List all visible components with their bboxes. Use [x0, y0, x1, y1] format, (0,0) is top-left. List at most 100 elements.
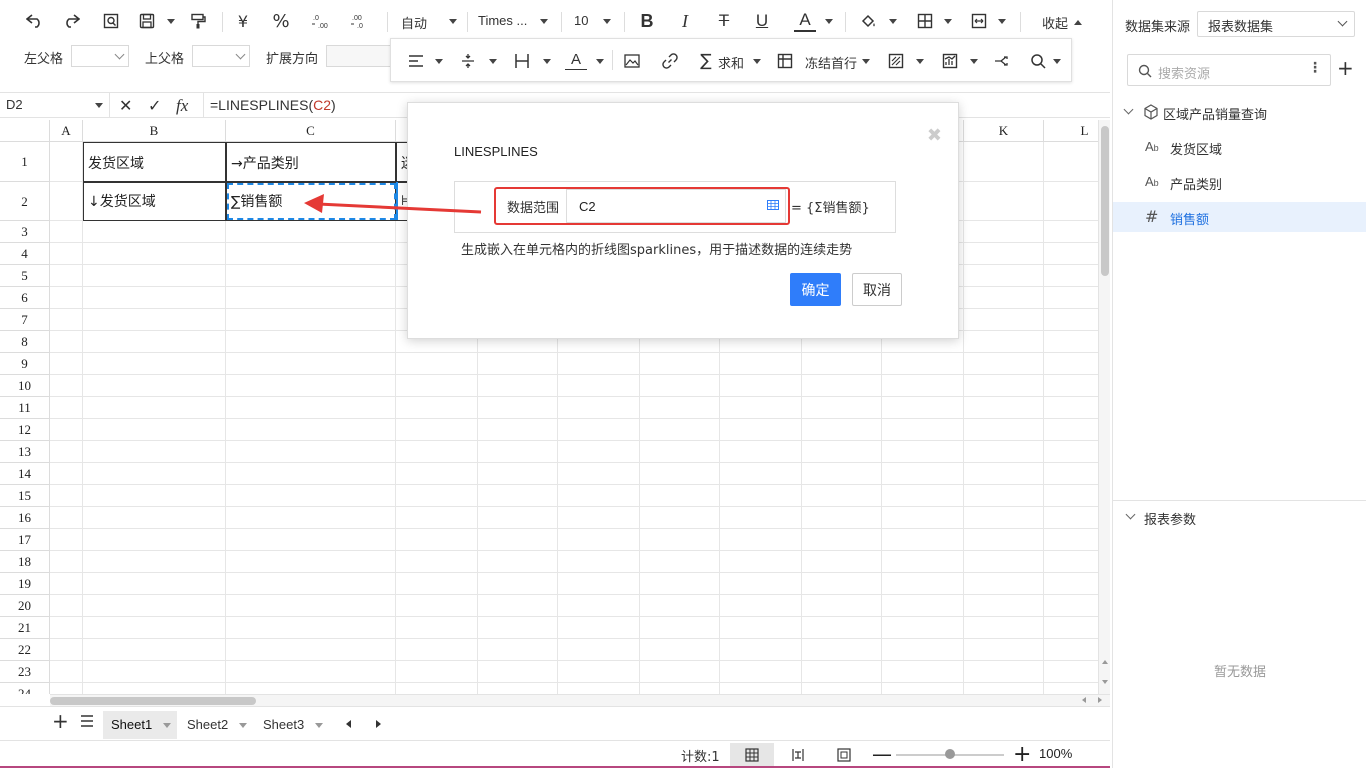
- decrease-decimal-icon[interactable]: .00.0: [348, 10, 370, 32]
- page-layout-view-button[interactable]: [822, 743, 866, 767]
- font-color-icon[interactable]: A: [794, 10, 816, 32]
- cell-b1[interactable]: 发货区域: [83, 142, 226, 183]
- grid-corner[interactable]: [0, 120, 50, 142]
- strikethrough-icon[interactable]: T: [713, 10, 735, 32]
- row-header[interactable]: 6: [0, 287, 50, 309]
- sheet-list-icon[interactable]: [80, 714, 94, 732]
- field-item-sales[interactable]: # 销售额: [1113, 202, 1366, 232]
- fill-color-dropdown-icon[interactable]: [889, 19, 897, 24]
- format-painter-icon[interactable]: [187, 10, 209, 32]
- page-break-view-button[interactable]: [776, 743, 820, 767]
- expand-chevron-icon[interactable]: [1123, 104, 1134, 115]
- conditional-format-dropdown-icon[interactable]: [916, 59, 924, 64]
- row-header[interactable]: 2: [0, 182, 50, 221]
- row-header[interactable]: 4: [0, 243, 50, 265]
- conditional-format-icon[interactable]: [885, 50, 907, 72]
- sum-icon[interactable]: ∑: [695, 50, 717, 72]
- horizontal-scrollbar[interactable]: [50, 694, 1110, 706]
- row-header[interactable]: 9: [0, 353, 50, 375]
- scroll-left-icon[interactable]: [1082, 697, 1086, 703]
- row-header[interactable]: 18: [0, 551, 50, 573]
- row-header[interactable]: 22: [0, 639, 50, 661]
- zoom-in-icon[interactable]: +: [1013, 742, 1031, 767]
- range-picker-icon[interactable]: [767, 200, 779, 210]
- bold-icon[interactable]: B: [636, 10, 658, 32]
- sheet-tab-dropdown-icon[interactable]: [315, 723, 323, 728]
- row-header[interactable]: 19: [0, 573, 50, 595]
- insert-chart-icon[interactable]: [939, 50, 961, 72]
- confirm-formula-icon[interactable]: ✓: [148, 96, 161, 115]
- indent-icon[interactable]: [511, 50, 533, 72]
- column-header[interactable]: C: [226, 120, 396, 142]
- row-header[interactable]: 11: [0, 397, 50, 419]
- row-header[interactable]: 13: [0, 441, 50, 463]
- column-header[interactable]: L: [1044, 120, 1098, 142]
- scroll-up-icon[interactable]: [1102, 660, 1108, 664]
- row-header[interactable]: 8: [0, 331, 50, 353]
- confirm-button[interactable]: 确定: [790, 273, 841, 306]
- data-range-input[interactable]: C2: [566, 189, 786, 223]
- row-header[interactable]: 15: [0, 485, 50, 507]
- row-header[interactable]: 5: [0, 265, 50, 287]
- data-source-link-icon[interactable]: [991, 50, 1013, 72]
- underline-icon[interactable]: U: [751, 10, 773, 32]
- insert-image-icon[interactable]: [621, 50, 643, 72]
- vertical-scroll-thumb[interactable]: [1101, 126, 1109, 276]
- collapse-up-icon[interactable]: [1074, 20, 1082, 25]
- border-dropdown-icon[interactable]: [944, 19, 952, 24]
- column-header[interactable]: A: [50, 120, 83, 142]
- row-header[interactable]: 7: [0, 309, 50, 331]
- align-left-icon[interactable]: [405, 50, 427, 72]
- cancel-button[interactable]: 取消: [852, 273, 902, 306]
- cell-name-box[interactable]: D2: [0, 93, 110, 117]
- scroll-down-icon[interactable]: [1102, 680, 1108, 684]
- add-resource-icon[interactable]: +: [1337, 56, 1354, 80]
- font-family-dropdown-icon[interactable]: [540, 19, 548, 24]
- dataset-source-select[interactable]: 报表数据集: [1197, 11, 1355, 37]
- column-header[interactable]: K: [964, 120, 1044, 142]
- function-icon[interactable]: fx: [176, 96, 188, 116]
- freeze-first-row-button[interactable]: 冻结首行: [805, 53, 857, 72]
- save-icon[interactable]: [136, 10, 158, 32]
- collapse-toolbar-button[interactable]: 收起: [1042, 13, 1068, 32]
- column-header[interactable]: B: [83, 120, 226, 142]
- cancel-formula-icon[interactable]: ✕: [119, 96, 132, 115]
- field-item-category[interactable]: Ab 产品类别: [1113, 167, 1366, 197]
- more-options-icon[interactable]: ⋮: [1308, 60, 1322, 76]
- increase-decimal-icon[interactable]: .0.00: [309, 10, 331, 32]
- formula-input[interactable]: =LINESPLINES(C2): [210, 97, 336, 113]
- fill-color-icon[interactable]: [858, 10, 880, 32]
- normal-view-button[interactable]: [730, 743, 774, 767]
- close-icon[interactable]: ✖: [927, 125, 942, 146]
- row-header[interactable]: 24: [0, 683, 50, 694]
- save-dropdown-icon[interactable]: [167, 19, 175, 24]
- cell-c1[interactable]: →产品类别: [226, 142, 396, 183]
- italic-icon[interactable]: I: [674, 10, 696, 32]
- expand-direction-select[interactable]: [326, 45, 390, 67]
- preview-icon[interactable]: [100, 10, 122, 32]
- font-size-select[interactable]: 10: [574, 13, 588, 28]
- percent-icon[interactable]: %: [270, 10, 292, 32]
- text-direction-dropdown-icon[interactable]: [596, 59, 604, 64]
- row-header[interactable]: 23: [0, 661, 50, 683]
- merge-cells-icon[interactable]: [968, 10, 990, 32]
- cell-b2[interactable]: ↓发货区域: [83, 181, 226, 221]
- merge-cells-dropdown-icon[interactable]: [998, 19, 1006, 24]
- vertical-align-dropdown-icon[interactable]: [489, 59, 497, 64]
- resource-search-input[interactable]: 搜索资源 ⋮: [1127, 54, 1331, 86]
- field-item-region[interactable]: Ab 发货区域: [1113, 132, 1366, 162]
- expand-chevron-icon[interactable]: [1125, 509, 1136, 520]
- zoom-level[interactable]: 100%: [1039, 746, 1072, 761]
- font-size-dropdown-icon[interactable]: [603, 19, 611, 24]
- add-sheet-icon[interactable]: +: [52, 709, 69, 733]
- zoom-slider-thumb[interactable]: [945, 749, 955, 759]
- left-parent-select[interactable]: [71, 45, 129, 67]
- horizontal-scroll-thumb[interactable]: [50, 697, 256, 705]
- freeze-icon[interactable]: [774, 50, 796, 72]
- yen-icon[interactable]: ¥: [232, 10, 254, 32]
- vertical-scrollbar[interactable]: [1098, 120, 1110, 694]
- row-header[interactable]: 12: [0, 419, 50, 441]
- font-size-mode-dropdown-icon[interactable]: [449, 19, 457, 24]
- row-header[interactable]: 17: [0, 529, 50, 551]
- tree-dataset-root[interactable]: 区域产品销量查询: [1113, 97, 1366, 127]
